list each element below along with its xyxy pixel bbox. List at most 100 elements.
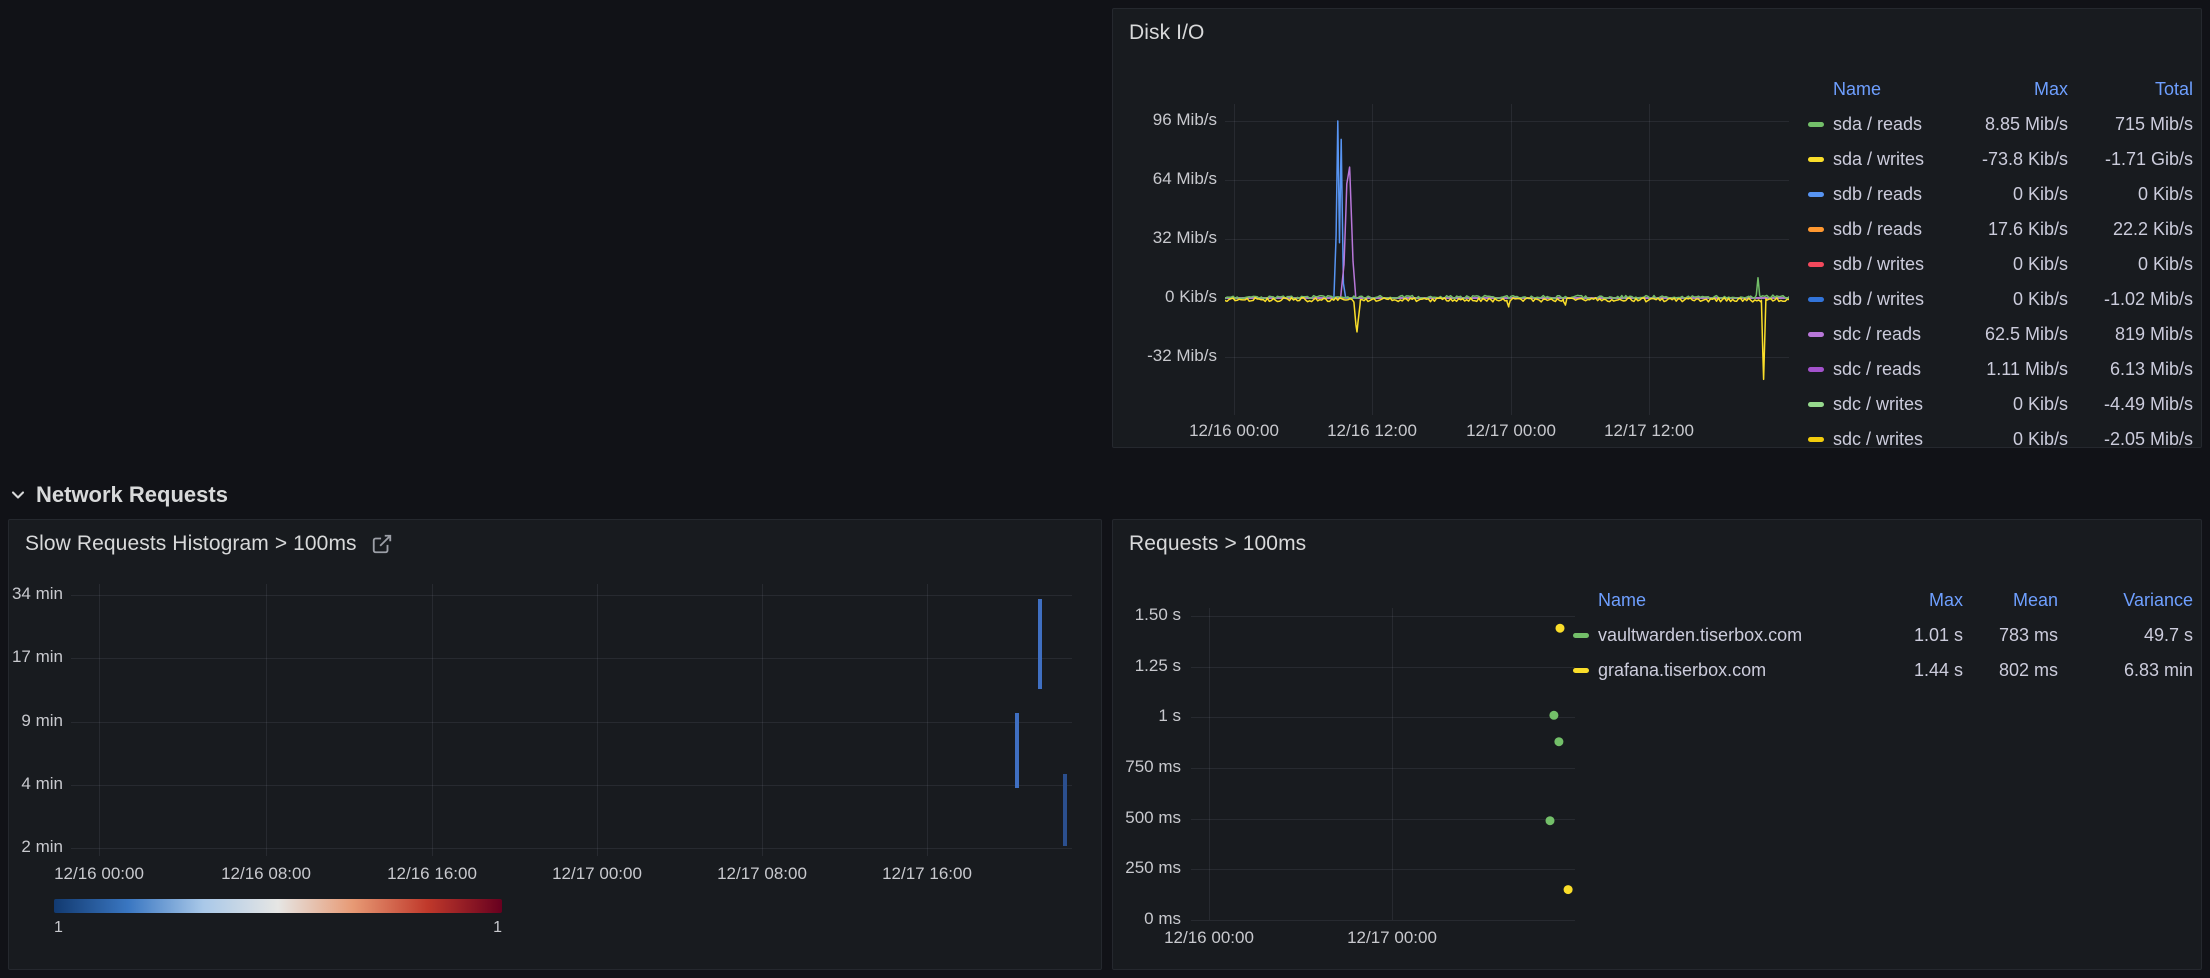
legend-row: sdc / writes0 Kib/s-2.05 Mib/s: [1808, 422, 2193, 448]
panel-header-disk-io[interactable]: Disk I/O: [1129, 21, 1204, 45]
legend-series-name[interactable]: sdc / reads: [1833, 324, 1921, 345]
legend-value-variance: 49.7 s: [2058, 625, 2193, 646]
gridline: [1191, 920, 1575, 921]
gridline: [432, 584, 433, 856]
y-axis-label: 1.25 s: [1113, 656, 1181, 676]
disk-io-plot[interactable]: [1225, 104, 1789, 415]
y-axis-label: 1 s: [1113, 706, 1181, 726]
legend-value-total: 0 Kib/s: [2068, 254, 2193, 275]
legend-value-total: -2.05 Mib/s: [2068, 429, 2193, 448]
legend-row: sdb / reads 0 Kib/s0 Kib/s: [1808, 177, 2193, 212]
y-axis-label: 0 Kib/s: [1113, 287, 1217, 307]
legend-name-cell: sdb / reads: [1808, 219, 1963, 240]
legend-name-cell: vaultwarden.tiserbox.com: [1573, 625, 1873, 646]
legend-series-name[interactable]: sdb / writes: [1833, 289, 1924, 310]
section-network-requests[interactable]: Network Requests: [8, 477, 228, 513]
x-axis-label: 12/17 00:00: [1441, 421, 1581, 441]
disk-io-legend: NameMaxTotalsda / reads8.85 Mib/s715 Mib…: [1808, 72, 2193, 448]
legend-series-name[interactable]: sdc / writes: [1833, 394, 1923, 415]
external-link-icon[interactable]: [371, 533, 393, 555]
legend-value-variance: 6.83 min: [2058, 660, 2193, 681]
legend-value-max: 8.85 Mib/s: [1963, 114, 2068, 135]
legend-column-header-total[interactable]: Total: [2068, 79, 2193, 100]
legend-name-cell: sda / writes: [1808, 149, 1963, 170]
gridline: [927, 584, 928, 856]
heatmap-cell[interactable]: [1038, 599, 1042, 689]
legend-series-swatch: [1808, 367, 1824, 372]
legend-series-swatch: [1808, 157, 1824, 162]
scatter-point[interactable]: [1564, 885, 1573, 894]
panel-requests: Requests > 100ms 1.50 s1.25 s1 s750 ms50…: [1112, 519, 2202, 970]
legend-row: sdb / writes 0 Kib/s0 Kib/s: [1808, 247, 2193, 282]
scatter-point[interactable]: [1546, 816, 1555, 825]
legend-series-swatch: [1573, 668, 1589, 673]
legend-row: vaultwarden.tiserbox.com 1.01 s783 ms49.7…: [1573, 618, 2193, 653]
legend-value-max: 0 Kib/s: [1963, 254, 2068, 275]
scatter-point[interactable]: [1556, 624, 1565, 633]
panel-title-disk-io[interactable]: Disk I/O: [1129, 21, 1204, 45]
legend-series-name[interactable]: sdb / writes: [1833, 254, 1924, 275]
legend-series-name[interactable]: sda / writes: [1833, 149, 1924, 170]
legend-row: sdb / reads17.6 Kib/s22.2 Kib/s: [1808, 212, 2193, 247]
legend-series-name[interactable]: sdb / reads: [1833, 184, 1922, 205]
legend-value-max: 0 Kib/s: [1963, 184, 2068, 205]
dashboard: Disk I/O 96 Mib/s64 Mib/s32 Mib/s0 Kib/s…: [0, 0, 2210, 978]
scatter-point[interactable]: [1549, 711, 1558, 720]
requests-legend: NameMaxMeanVariancevaultwarden.tiserbox.…: [1573, 583, 2193, 688]
legend-value-total: 0 Kib/s: [2068, 184, 2193, 205]
legend-column-header-max[interactable]: Max: [1963, 79, 2068, 100]
gridline: [71, 595, 1072, 596]
y-axis-label: 64 Mib/s: [1113, 169, 1217, 189]
legend-column-header-name[interactable]: Name: [1573, 590, 1873, 611]
legend-series-swatch: [1808, 297, 1824, 302]
legend-column-header-max[interactable]: Max: [1873, 590, 1963, 611]
legend-value-max: 1.44 s: [1873, 660, 1963, 681]
series-line-4: [1225, 278, 1789, 299]
y-axis-label: 96 Mib/s: [1113, 110, 1217, 130]
legend-series-swatch: [1808, 262, 1824, 267]
legend-value-total: 6.13 Mib/s: [2068, 359, 2193, 380]
legend-column-header-mean[interactable]: Mean: [1963, 590, 2058, 611]
section-title: Network Requests: [36, 482, 228, 508]
heatmap-cell[interactable]: [1063, 774, 1067, 847]
legend-value-max: 62.5 Mib/s: [1963, 324, 2068, 345]
x-axis-label: 12/16 00:00: [1139, 928, 1279, 948]
legend-header-row: NameMaxMeanVariance: [1573, 583, 2193, 618]
legend-series-name[interactable]: sdc / reads: [1833, 359, 1921, 380]
legend-row: sdb / writes0 Kib/s-1.02 Mib/s: [1808, 282, 2193, 317]
gridline: [99, 584, 100, 856]
y-axis-label: 17 min: [9, 647, 63, 667]
gridline: [597, 584, 598, 856]
panel-header-slow-requests[interactable]: Slow Requests Histogram > 100ms: [25, 532, 393, 556]
legend-series-swatch: [1808, 192, 1824, 197]
requests-plot[interactable]: [1191, 608, 1575, 920]
x-axis-label: 12/16 12:00: [1302, 421, 1442, 441]
chevron-down-icon: [8, 485, 28, 505]
legend-value-mean: 783 ms: [1963, 625, 2058, 646]
legend-series-name[interactable]: sdc / writes: [1833, 429, 1923, 448]
series-line-5: [1225, 298, 1789, 380]
legend-value-max: 1.11 Mib/s: [1963, 359, 2068, 380]
panel-header-requests[interactable]: Requests > 100ms: [1129, 532, 1306, 556]
legend-name-cell: sda / reads: [1808, 114, 1963, 135]
legend-value-max: 17.6 Kib/s: [1963, 219, 2068, 240]
legend-series-name[interactable]: sda / reads: [1833, 114, 1922, 135]
legend-row: sdc / reads62.5 Mib/s819 Mib/s: [1808, 317, 2193, 352]
panel-title-requests[interactable]: Requests > 100ms: [1129, 532, 1306, 556]
legend-series-name[interactable]: vaultwarden.tiserbox.com: [1598, 625, 1802, 646]
gridline: [71, 658, 1072, 659]
x-axis-label: 12/16 00:00: [1164, 421, 1304, 441]
scatter-point[interactable]: [1554, 737, 1563, 746]
panel-title-slow-requests[interactable]: Slow Requests Histogram > 100ms: [25, 532, 357, 556]
legend-column-header-variance[interactable]: Variance: [2058, 590, 2193, 611]
legend-series-swatch: [1808, 227, 1824, 232]
legend-value-max: 1.01 s: [1873, 625, 1963, 646]
legend-column-header-name[interactable]: Name: [1808, 79, 1963, 100]
legend-series-name[interactable]: grafana.tiserbox.com: [1598, 660, 1766, 681]
gridline: [762, 584, 763, 856]
heatmap-cell[interactable]: [1015, 713, 1019, 788]
x-axis-label: 12/17 08:00: [692, 864, 832, 884]
panel-slow-requests-histogram: Slow Requests Histogram > 100ms 34 min17…: [8, 519, 1102, 970]
x-axis-label: 12/17 00:00: [1322, 928, 1462, 948]
legend-series-name[interactable]: sdb / reads: [1833, 219, 1922, 240]
